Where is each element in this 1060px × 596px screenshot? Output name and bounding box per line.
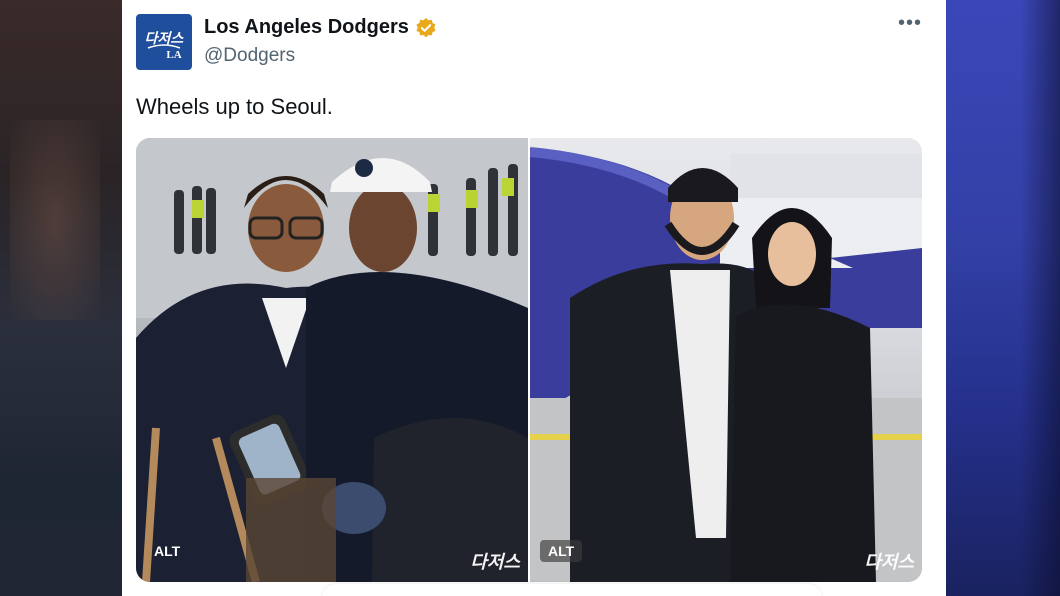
bottom-overlay-bar [322,584,822,596]
photo-1[interactable]: ALT 다저스 [136,138,528,582]
author-handle[interactable]: @Dodgers [204,45,295,67]
alt-text-badge[interactable]: ALT [540,540,583,562]
dodgers-watermark: 다저스 [470,552,520,572]
media-grid: ALT 다저스 ALT 다저스 [136,138,922,582]
dodgers-watermark: 다저스 [864,552,914,572]
author-name[interactable]: Los Angeles Dodgers [204,16,409,39]
alt-text-badge[interactable]: ALT [146,540,188,562]
svg-text:LA: LA [166,49,181,61]
background-blur-left [0,0,122,596]
background-blur-right [946,0,1060,596]
author-row: Los Angeles Dodgers [204,16,437,39]
verified-badge-icon [415,17,437,39]
more-options-icon[interactable]: ••• [898,12,922,35]
photo-2-illustration [530,147,922,582]
dodgers-logo-icon[interactable]: 다저스 LA [136,14,192,70]
tweet-text: Wheels up to Seoul. [136,94,333,119]
photo-2[interactable]: ALT 다저스 [530,138,922,582]
photo-1-illustration [136,138,528,582]
tweet-card: 다저스 LA Los Angeles Dodgers @Dodgers ••• … [122,0,946,596]
